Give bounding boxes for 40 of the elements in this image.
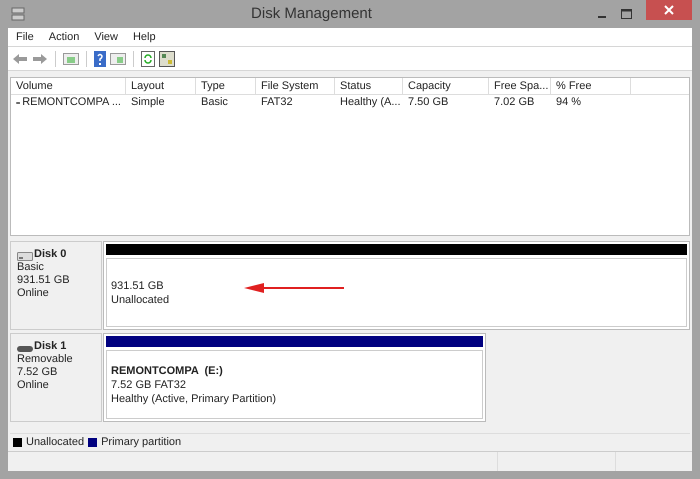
table-cell-text: 7.50 GB xyxy=(408,95,448,110)
table-cell-text: REMONTCOMPA ... xyxy=(22,95,121,110)
legend-label: Unallocated xyxy=(26,435,84,450)
table-cell-text: Healthy (A... xyxy=(340,95,401,110)
window-title: Disk Management xyxy=(250,4,373,24)
table-cell-text: 7.02 GB xyxy=(494,95,534,110)
partition-detail: Healthy (Active, Primary Partition) xyxy=(111,392,276,406)
legend-label: Primary partition xyxy=(101,435,182,450)
disk-detail: 931.51 GB xyxy=(17,274,71,287)
menu-item[interactable]: File xyxy=(16,28,34,46)
column-header[interactable]: Free Spa... xyxy=(489,78,551,94)
partition-detail: 7.52 GB FAT32 xyxy=(111,378,186,392)
disk-detail: 7.52 GB xyxy=(17,366,58,379)
column-header[interactable]: % Free xyxy=(551,78,631,94)
disk-detail: Online xyxy=(17,379,50,392)
column-header[interactable]: File System xyxy=(256,78,335,94)
menu-item[interactable]: View xyxy=(94,28,118,46)
disk-info-panel[interactable]: Disk 1 Removable 7.52 GB Online xyxy=(10,333,102,422)
partition-block[interactable]: REMONTCOMPA (E:) 7.52 GB FAT32 Healthy (Active, Primary Partition) xyxy=(103,333,486,422)
table-cell-text: Simple xyxy=(131,95,165,110)
disk-detail: Basic xyxy=(17,261,45,274)
table-cell-text: Basic xyxy=(201,95,228,110)
table-cell-text: 94 % xyxy=(556,95,582,110)
disk-info-panel[interactable]: Disk 0 Basic 931.51 GB Online xyxy=(10,241,102,330)
column-header[interactable]: Status xyxy=(335,78,403,94)
partition-block[interactable]: 931.51 GB Unallocated xyxy=(103,241,690,330)
table-cell-text: FAT32 xyxy=(261,95,293,110)
disk-detail: Removable xyxy=(17,353,74,366)
column-header[interactable]: Layout xyxy=(126,78,196,94)
column-header[interactable]: Capacity xyxy=(403,78,489,94)
disk-detail: Online xyxy=(17,287,50,300)
partition-title: REMONTCOMPA (E:) xyxy=(111,364,223,378)
menu-item[interactable]: Action xyxy=(48,28,80,46)
column-header[interactable]: Type xyxy=(196,78,256,94)
partition-detail: Unallocated xyxy=(111,292,170,306)
disk-name: Disk 1 xyxy=(34,340,66,353)
partition-detail: 931.51 GB xyxy=(111,278,164,292)
disk-name: Disk 0 xyxy=(34,248,66,261)
column-header[interactable]: Volume xyxy=(11,78,126,94)
menu-item[interactable]: Help xyxy=(132,28,156,46)
